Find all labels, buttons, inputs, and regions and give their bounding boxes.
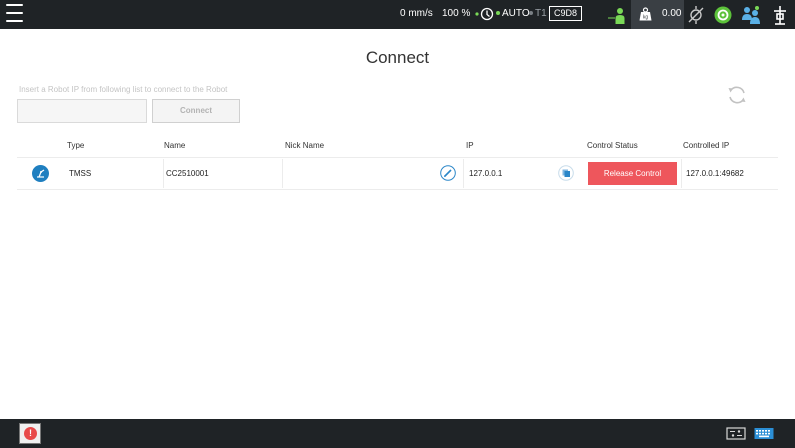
- cell-controlled-ip: 127.0.0.1:49682: [686, 169, 744, 178]
- speed-percent: 100 %: [442, 8, 471, 19]
- column-header-control-status: Control Status: [587, 141, 638, 150]
- status-icon[interactable]: [713, 5, 733, 25]
- tool-label: T1: [535, 8, 547, 19]
- cell-ip: 127.0.0.1: [469, 169, 503, 178]
- cell-divider: [282, 159, 283, 188]
- mode-label: AUTO: [502, 8, 530, 19]
- column-header-ip: IP: [466, 141, 474, 150]
- page-title: Connect: [365, 48, 430, 67]
- tool-status-dot: [529, 11, 533, 16]
- bottom-bar: [0, 419, 795, 448]
- alert-button[interactable]: !: [19, 423, 41, 444]
- column-header-name: Name: [164, 141, 186, 150]
- weight-icon: kg: [639, 7, 652, 21]
- controller-code[interactable]: C9D8: [549, 6, 582, 21]
- copy-icon[interactable]: [558, 165, 574, 181]
- cell-divider: [463, 159, 464, 188]
- payload-value: 0.00: [662, 8, 682, 19]
- speed-readout: 0 mm/s: [400, 8, 433, 19]
- keyboard-icon[interactable]: [754, 427, 774, 440]
- person-icon[interactable]: [608, 5, 628, 25]
- cell-name: CC2510001: [166, 169, 209, 178]
- robot-ip-input[interactable]: [17, 99, 147, 123]
- svg-text:kg: kg: [643, 15, 649, 21]
- mode-indicator: AUTO: [496, 8, 530, 19]
- mode-status-dot: [496, 11, 500, 16]
- robot-arm-icon[interactable]: [770, 5, 790, 25]
- cell-type: TMSS: [69, 169, 92, 178]
- menu-icon[interactable]: [6, 4, 23, 24]
- robot-icon: [32, 165, 49, 182]
- column-header-type: Type: [67, 141, 85, 150]
- row-divider: [17, 189, 778, 190]
- io-icon[interactable]: [726, 427, 746, 440]
- alert-icon: !: [24, 427, 37, 440]
- top-bar: 0 mm/s 100 % AUTO T1 C9D8 kg 0.00: [0, 0, 795, 29]
- column-header-nick-name: Nick Name: [285, 141, 325, 150]
- connect-button[interactable]: Connect: [152, 99, 240, 123]
- cell-divider: [681, 159, 682, 188]
- payload-display[interactable]: kg 0.00: [631, 0, 684, 29]
- header-divider: [17, 157, 778, 158]
- servo-icon: [475, 7, 494, 21]
- column-header-controlled-ip: Controlled IP: [683, 141, 730, 150]
- edit-icon[interactable]: [440, 165, 456, 181]
- users-icon[interactable]: [741, 5, 761, 25]
- release-control-button[interactable]: Release Control: [588, 162, 677, 185]
- tool-indicator: T1: [529, 8, 547, 19]
- cell-divider: [163, 159, 164, 188]
- ip-hint: Insert a Robot IP from following list to…: [19, 85, 228, 94]
- refresh-icon[interactable]: [726, 84, 748, 106]
- tcp-icon[interactable]: [686, 5, 706, 25]
